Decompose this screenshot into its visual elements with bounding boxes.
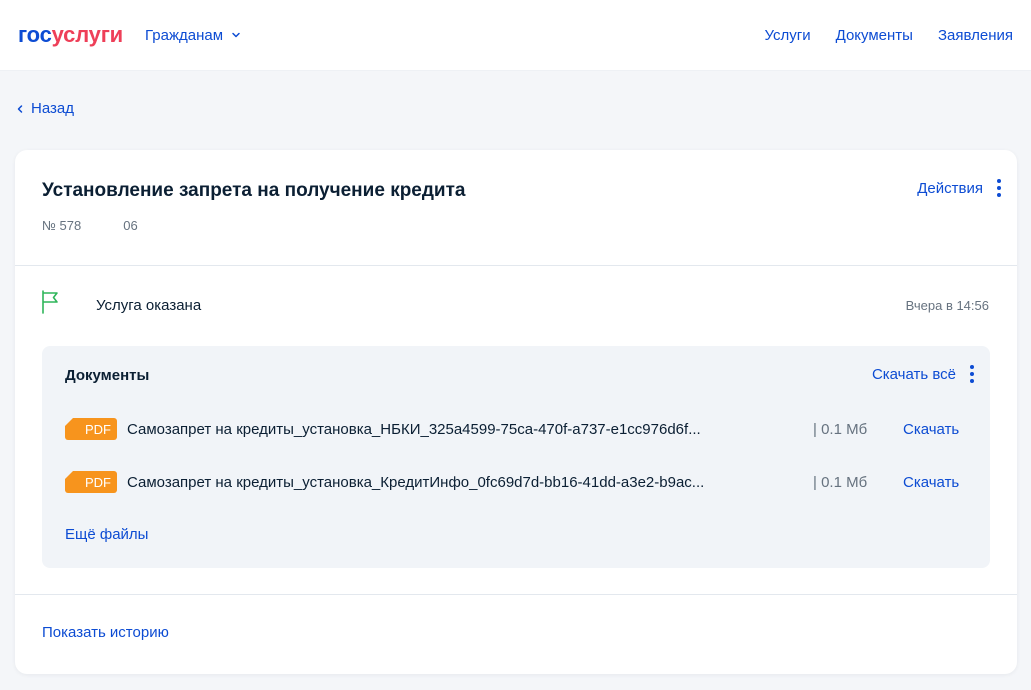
- status-timestamp: Вчера в 14:56: [905, 298, 989, 313]
- kebab-menu-icon: [997, 179, 1001, 197]
- history-divider: [15, 594, 1017, 595]
- actions-menu-button[interactable]: Действия: [917, 179, 1001, 197]
- chevron-down-icon: [232, 32, 240, 38]
- page-title: Установление запрета на получение кредит…: [42, 180, 466, 201]
- nav-item-documents[interactable]: Документы: [836, 27, 913, 44]
- file-row: PDF Самозапрет на кредиты_установка_Кред…: [65, 470, 975, 494]
- main-nav: Услуги Документы Заявления: [740, 27, 1014, 44]
- actions-label: Действия: [917, 179, 983, 197]
- back-link[interactable]: Назад: [15, 100, 74, 117]
- file-size: | 0.1 Мб: [813, 420, 868, 438]
- nav-item-applications[interactable]: Заявления: [938, 27, 1013, 44]
- file-size: | 0.1 Мб: [813, 473, 868, 491]
- documents-title: Документы: [65, 367, 150, 384]
- audience-dropdown[interactable]: Гражданам: [145, 27, 241, 44]
- kebab-menu-icon[interactable]: [970, 365, 974, 383]
- application-number-suffix: 06: [123, 218, 138, 233]
- flag-icon: [42, 290, 58, 314]
- file-row: PDF Самозапрет на кредиты_установка_НБКИ…: [65, 417, 975, 441]
- more-files-link[interactable]: Ещё файлы: [65, 526, 148, 543]
- show-history-link[interactable]: Показать историю: [42, 624, 169, 641]
- documents-panel: Документы Скачать всё PDF Самозапрет на …: [42, 346, 990, 568]
- file-name[interactable]: Самозапрет на кредиты_установка_КредитИн…: [127, 474, 799, 491]
- logo-part-uslugi: услуги: [51, 22, 124, 47]
- pdf-file-icon: PDF: [65, 471, 117, 493]
- download-file-button[interactable]: Скачать: [903, 474, 959, 491]
- nav-item-services[interactable]: Услуги: [765, 27, 811, 44]
- back-label: Назад: [31, 100, 74, 117]
- download-all-button[interactable]: Скачать всё: [872, 365, 974, 383]
- audience-label: Гражданам: [145, 26, 224, 44]
- status-label: Услуга оказана: [96, 297, 202, 314]
- application-card: Установление запрета на получение кредит…: [15, 150, 1017, 674]
- file-name[interactable]: Самозапрет на кредиты_установка_НБКИ_325…: [127, 421, 799, 438]
- gosuslugi-logo[interactable]: госуслуги: [18, 24, 123, 46]
- logo-part-gos: гос: [18, 22, 52, 47]
- download-file-button[interactable]: Скачать: [903, 421, 959, 438]
- application-number-prefix: № 578: [42, 218, 82, 233]
- chevron-left-icon: [17, 104, 23, 113]
- header-divider: [15, 265, 1017, 266]
- pdf-file-icon: PDF: [65, 418, 117, 440]
- top-header: госуслуги Гражданам Услуги Документы Зая…: [0, 0, 1031, 70]
- application-number: № 578 06: [42, 218, 138, 233]
- download-all-label: Скачать всё: [871, 365, 956, 383]
